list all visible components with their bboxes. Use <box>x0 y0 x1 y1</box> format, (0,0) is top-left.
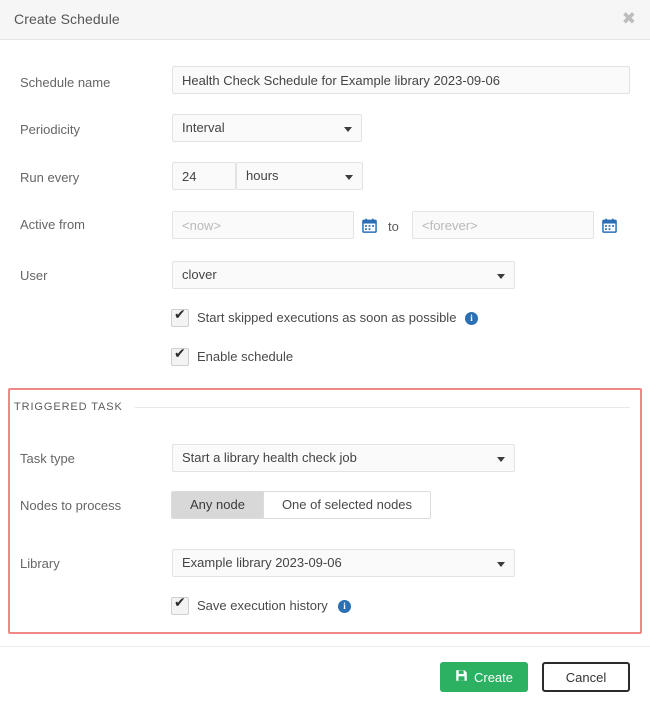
calendar-icon[interactable] <box>362 218 377 233</box>
task-type-label: Task type <box>20 451 75 466</box>
user-select[interactable]: clover <box>172 261 515 289</box>
save-execution-history-checkbox-row: Save execution history i <box>171 595 401 617</box>
enable-schedule-checkbox[interactable] <box>171 346 189 366</box>
periodicity-value: Interval <box>182 120 225 135</box>
active-from-label: Active from <box>20 217 86 232</box>
chevron-down-icon <box>497 562 505 567</box>
library-select[interactable]: Example library 2023-09-06 <box>172 549 515 577</box>
periodicity-label: Periodicity <box>20 122 80 137</box>
run-every-unit-value: hours <box>246 168 279 183</box>
task-type-select[interactable]: Start a library health check job <box>172 444 515 472</box>
dialog-title: Create Schedule <box>14 11 120 27</box>
save-execution-history-checkbox[interactable] <box>171 595 189 615</box>
info-icon[interactable]: i <box>465 312 478 325</box>
schedule-name-input[interactable] <box>172 66 630 94</box>
footer-divider <box>0 646 650 647</box>
user-label: User <box>20 268 48 283</box>
run-every-unit-select[interactable]: hours <box>236 162 363 190</box>
schedule-name-label: Schedule name <box>20 75 111 90</box>
task-type-value: Start a library health check job <box>182 450 357 465</box>
save-icon <box>455 669 468 685</box>
create-button-label: Create <box>473 669 514 685</box>
user-value: clover <box>182 267 217 282</box>
library-value: Example library 2023-09-06 <box>182 555 342 570</box>
triggered-task-divider <box>135 407 630 408</box>
enable-schedule-label: Enable schedule <box>197 349 294 364</box>
nodes-option-one-of-selected-nodes[interactable]: One of selected nodes <box>263 492 431 518</box>
active-to-input[interactable] <box>412 211 594 239</box>
calendar-icon[interactable] <box>602 218 617 233</box>
cancel-button[interactable]: Cancel <box>542 662 630 692</box>
create-schedule-dialog: Create Schedule ✖ Schedule name Periodic… <box>0 0 650 708</box>
chevron-down-icon <box>344 127 352 132</box>
active-from-input[interactable] <box>172 211 354 239</box>
periodicity-select[interactable]: Interval <box>172 114 362 142</box>
run-every-label: Run every <box>20 170 80 185</box>
start-skipped-executions-label: Start skipped executions as soon as poss… <box>197 310 457 325</box>
nodes-to-process-label: Nodes to process <box>20 498 122 513</box>
enable-schedule-checkbox-row: Enable schedule <box>171 346 371 368</box>
start-skipped-executions-checkbox[interactable] <box>171 307 189 327</box>
triggered-task-legend: TRIGGERED TASK <box>14 401 123 413</box>
library-label: Library <box>20 556 60 571</box>
nodes-option-any-node[interactable]: Any node <box>172 492 263 518</box>
close-icon[interactable]: ✖ <box>622 10 636 27</box>
save-execution-history-label: Save execution history <box>197 598 328 613</box>
run-every-amount-input[interactable] <box>172 162 236 190</box>
create-button[interactable]: Create <box>440 662 528 692</box>
chevron-down-icon <box>497 457 505 462</box>
start-skipped-executions-checkbox-row: Start skipped executions as soon as poss… <box>171 307 501 329</box>
chevron-down-icon <box>345 175 353 180</box>
chevron-down-icon <box>497 274 505 279</box>
info-icon[interactable]: i <box>338 600 351 613</box>
nodes-to-process-segmented-control: Any node One of selected nodes <box>171 491 432 519</box>
active-to-label: to <box>388 219 399 234</box>
